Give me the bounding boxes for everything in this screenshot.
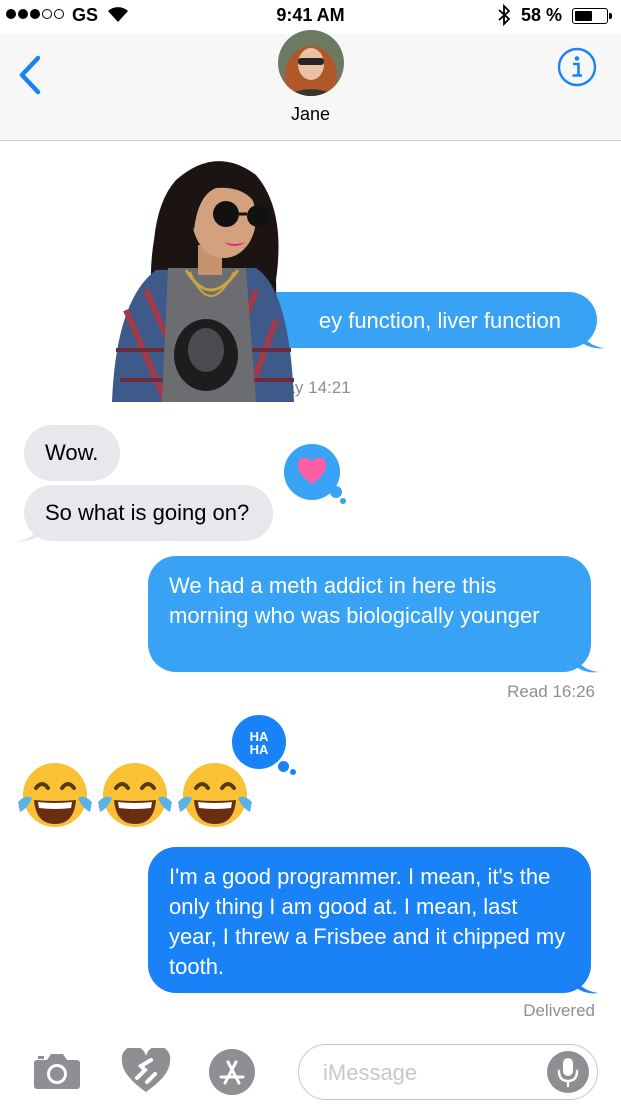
battery-percent: 58 % [521,5,563,25]
battery-icon [572,8,612,24]
message-text: 😂😂😂 [16,758,20,759]
message-text: Wow. [45,440,99,465]
delivery-status: Delivered [523,1001,595,1020]
sent-message-bubble[interactable]: We had a meth addict in here this mornin… [148,556,599,673]
back-chevron-icon[interactable] [14,52,50,98]
tears-of-joy-emoji-icon [98,763,172,827]
message-field[interactable] [298,1044,598,1100]
tapback-dot [330,486,342,498]
tapback-dot [340,498,346,504]
tears-of-joy-emoji-icon [178,763,252,827]
person-sticker[interactable] [106,150,296,402]
read-receipt: Read 16:26 [507,682,595,701]
bubble-tail [579,328,605,349]
battery-fill [575,11,592,21]
haha-icon: HA HA [250,729,269,757]
sent-message-bubble[interactable]: ey function, liver function [245,292,605,349]
digital-touch-heart-icon[interactable] [121,1048,171,1094]
app-store-icon[interactable] [208,1048,256,1096]
message-text: So what is going on? [45,500,250,525]
bluetooth-icon [498,4,511,26]
tapback-dot [290,769,296,775]
received-message-bubble[interactable]: So what is going on? [16,485,274,542]
message-text: We had a meth addict in here this mornin… [169,573,540,628]
bubble-tail [573,652,599,673]
bubble-tail [16,521,42,542]
conversation-header: Jane [0,30,621,141]
received-message-bubble[interactable]: Wow. [24,425,121,481]
contact-name[interactable]: Jane [0,104,621,125]
emoji-message[interactable]: 😂😂😂 [16,758,254,836]
camera-icon[interactable] [33,1052,81,1090]
haha-label: HA HA [250,729,269,757]
contact-avatar[interactable] [278,30,344,96]
microphone-icon [557,1058,579,1088]
message-text: ey function, liver function [318,308,561,333]
info-icon[interactable] [556,46,598,88]
message-input-bar [0,1034,621,1104]
microphone-button[interactable] [547,1051,589,1093]
message-text: I'm a good programmer. I mean, it's the … [169,864,566,979]
tapback-dot [278,761,289,772]
heart-icon [297,458,327,484]
bubble-tail [573,973,599,994]
message-text-input[interactable] [321,1045,545,1100]
tears-of-joy-emoji-icon [18,763,92,827]
sent-message-bubble[interactable]: I'm a good programmer. I mean, it's the … [148,847,599,994]
status-bar: GS 9:41 AM 58 % [0,0,621,34]
